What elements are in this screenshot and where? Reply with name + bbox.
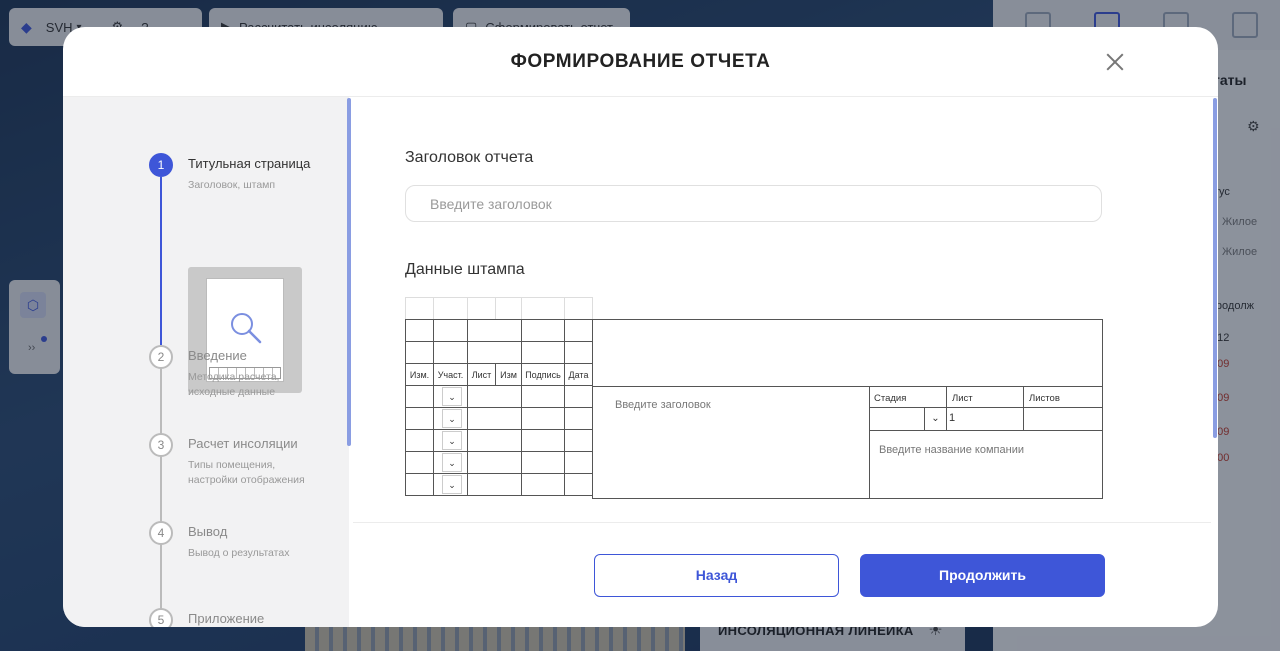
participant-select[interactable]: ⌄ [442, 387, 462, 406]
chevron-down-icon: ⌄ [931, 413, 940, 424]
step-title: Приложение [188, 611, 265, 626]
table-row: ⌄ [405, 385, 593, 408]
sheets-header: Листов [1024, 386, 1103, 408]
table-row: ⌄ [405, 407, 593, 430]
participant-select[interactable]: ⌄ [442, 431, 462, 450]
table-row: ⌄ [405, 429, 593, 452]
stage-select[interactable]: ⌄ [925, 408, 947, 431]
participant-select[interactable]: ⌄ [442, 475, 462, 494]
back-button[interactable]: Назад [594, 554, 839, 597]
stage-header: Стадия [869, 386, 947, 408]
preview-page [206, 278, 284, 382]
sheets-field[interactable] [1024, 408, 1103, 431]
report-title-label: Заголовок отчета [405, 149, 534, 166]
col-header: Подпись [521, 363, 565, 386]
stage-field[interactable] [869, 408, 925, 431]
step-title: Титульная страница [188, 156, 311, 171]
stamp-title-field[interactable]: Введите заголовок [615, 399, 711, 411]
step-number: 2 [149, 345, 173, 369]
step-number: 3 [149, 433, 173, 457]
col-header: Изм [495, 363, 522, 386]
report-modal: ФОРМИРОВАНИЕ ОТЧЕТА 1 Титульная страница… [63, 27, 1218, 627]
step-progress-line [160, 177, 162, 345]
close-icon[interactable] [1102, 49, 1128, 75]
title-page-form: Заголовок отчета Данные штампа Изм. Учас… [353, 97, 1211, 522]
modal-footer: Назад Продолжить [353, 522, 1211, 627]
step-description: Заголовок, штамп [188, 179, 276, 191]
stamp-data-label: Данные штампа [405, 261, 525, 278]
steps-sidebar: 1 Титульная страница Заголовок, штамп 2 … [63, 97, 349, 627]
modal-header: ФОРМИРОВАНИЕ ОТЧЕТА [63, 27, 1218, 97]
col-header: Лист [467, 363, 496, 386]
modal-title: ФОРМИРОВАНИЕ ОТЧЕТА [510, 51, 771, 72]
content-scrollbar[interactable] [1213, 98, 1217, 438]
table-row: ⌄ [405, 473, 593, 496]
col-header: Изм. [405, 363, 434, 386]
participant-select[interactable]: ⌄ [442, 409, 462, 428]
step-description: Методика расчета, исходные данные [188, 371, 280, 398]
steps-scrollbar[interactable] [347, 98, 351, 446]
sheet-field[interactable]: 1 [947, 408, 1024, 431]
step-number: 1 [149, 153, 173, 177]
step-title: Расчет инсоляции [188, 436, 298, 451]
step-number: 5 [149, 608, 173, 627]
step-description: Вывод о результатах [188, 547, 290, 559]
step-title: Введение [188, 348, 247, 363]
step-number: 4 [149, 521, 173, 545]
col-header: Дата [564, 363, 593, 386]
report-title-input[interactable] [405, 185, 1102, 222]
col-header: Участ. [433, 363, 468, 386]
table-row: ⌄ [405, 451, 593, 474]
magnifier-icon [231, 313, 262, 344]
company-name-field[interactable]: Введите название компании [879, 444, 1024, 456]
step-title: Вывод [188, 524, 228, 539]
stamp-main-block: Введите заголовок Стадия Лист Листов ⌄ 1… [592, 319, 1103, 499]
sheet-header: Лист [947, 386, 1024, 408]
step-description: Типы помещения, настройки отображения [188, 459, 305, 486]
participant-select[interactable]: ⌄ [442, 453, 462, 472]
continue-button[interactable]: Продолжить [860, 554, 1105, 597]
stamp-revisions-table: Изм. Участ. Лист Изм Подпись Дата ⌄ ⌄ ⌄ … [405, 297, 593, 496]
step-remaining-line [160, 367, 162, 627]
stamp-form: Изм. Участ. Лист Изм Подпись Дата ⌄ ⌄ ⌄ … [405, 297, 1103, 499]
